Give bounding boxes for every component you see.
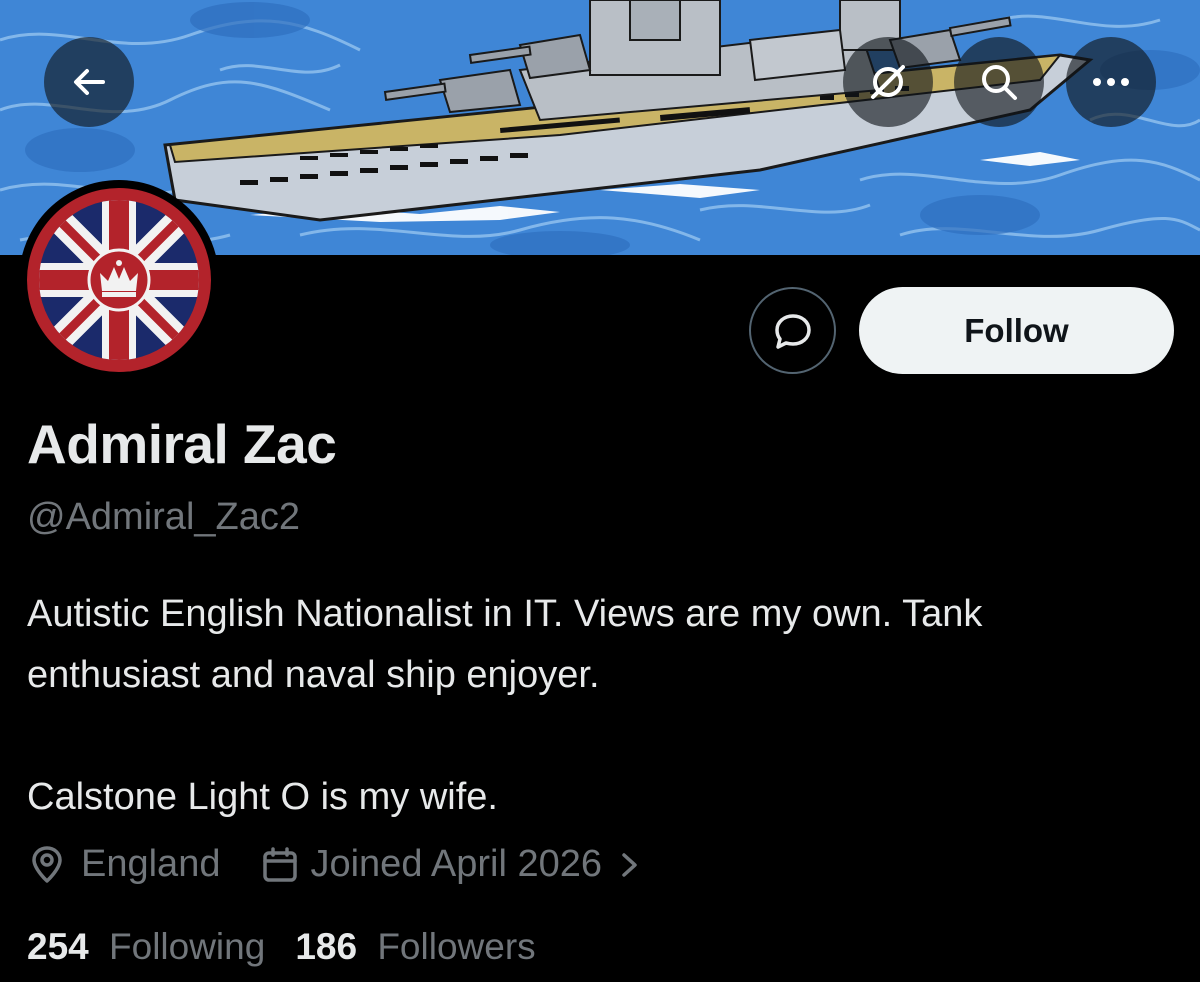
more-button[interactable] [1066, 37, 1156, 127]
profile-meta: England Joined April 2026 [27, 843, 642, 886]
location-item: England [27, 843, 220, 886]
grok-button[interactable] [843, 37, 933, 127]
display-name: Admiral Zac [27, 413, 337, 475]
user-handle: @Admiral_Zac2 [27, 496, 300, 538]
message-button[interactable] [749, 287, 836, 374]
followers-link[interactable]: 186 Followers [295, 926, 535, 968]
bio-line: enthusiast and naval ship enjoyer. [27, 654, 600, 696]
chevron-right-icon [622, 852, 637, 877]
followers-count: 186 [295, 926, 358, 967]
following-count: 254 [27, 926, 89, 967]
following-link[interactable]: 254 Following [27, 926, 265, 968]
following-label: Following [109, 926, 266, 967]
follow-button[interactable]: Follow [859, 287, 1174, 374]
back-button[interactable] [44, 37, 134, 127]
location-pin-icon [32, 845, 62, 883]
arrow-left-icon [74, 69, 105, 95]
union-jack-crown-avatar [27, 188, 211, 372]
more-horizontal-icon [1093, 78, 1129, 86]
search-icon [982, 65, 1017, 100]
profile-bio: Autistic English Nationalist in IT. View… [27, 584, 1177, 828]
joined-text: Joined April 2026 [310, 843, 603, 885]
location-text: England [81, 843, 221, 885]
grok-icon [871, 65, 905, 99]
bio-line: Calstone Light O is my wife. [27, 776, 498, 818]
message-bubble-icon [774, 313, 811, 349]
search-button[interactable] [954, 37, 1044, 127]
followers-label: Followers [377, 926, 536, 967]
joined-item[interactable]: Joined April 2026 [260, 843, 642, 886]
calendar-icon [263, 846, 298, 882]
profile-stats: 254 Following 186 Followers [27, 926, 536, 968]
bio-line: Autistic English Nationalist in IT. View… [27, 593, 983, 635]
avatar[interactable] [19, 180, 219, 380]
